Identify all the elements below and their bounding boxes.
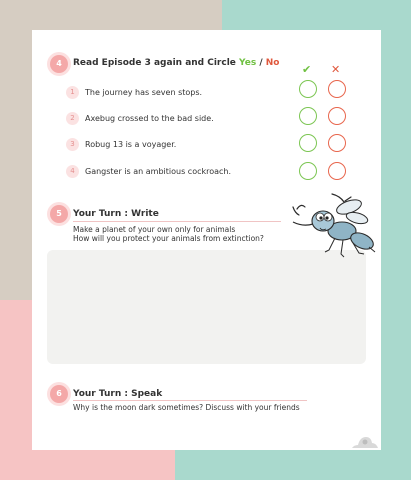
section-6-title: Your Turn : Speak bbox=[73, 389, 163, 399]
yes-circle[interactable] bbox=[299, 134, 317, 152]
publisher-logo-icon bbox=[352, 437, 378, 448]
heading-underline bbox=[73, 400, 307, 401]
statement-text: Gangster is an ambitious cockroach. bbox=[85, 167, 232, 176]
cross-mark-icon: ✕ bbox=[331, 63, 341, 76]
background-bottom-right bbox=[175, 450, 411, 480]
no-circle[interactable] bbox=[328, 107, 346, 125]
yes-circle[interactable] bbox=[299, 80, 317, 98]
statement-text: The journey has seven stops. bbox=[85, 88, 203, 97]
item-number: 3 bbox=[66, 138, 79, 151]
yes-label: Yes bbox=[239, 58, 257, 68]
section-4-title: Read Episode 3 again and Circle Yes / No bbox=[73, 58, 280, 68]
section-5-title: Your Turn : Write bbox=[73, 209, 159, 219]
no-circle[interactable] bbox=[328, 80, 346, 98]
write-prompt-line-2: How will you protect your animals from e… bbox=[73, 234, 264, 243]
speak-prompt-line: Why is the moon dark sometimes? Discuss … bbox=[73, 403, 300, 412]
statement-text: Axebug crossed to the bad side. bbox=[85, 114, 214, 123]
writing-area[interactable] bbox=[47, 250, 366, 364]
yes-circle[interactable] bbox=[299, 162, 317, 180]
item-number: 4 bbox=[66, 165, 79, 178]
item-number: 1 bbox=[66, 86, 79, 99]
item-number: 2 bbox=[66, 112, 79, 125]
yes-circle[interactable] bbox=[299, 107, 317, 125]
no-circle[interactable] bbox=[328, 162, 346, 180]
section-5-badge: 5 bbox=[50, 205, 68, 223]
no-label: No bbox=[265, 58, 280, 68]
statement-text: Robug 13 is a voyager. bbox=[85, 140, 177, 149]
heading-underline bbox=[73, 221, 281, 222]
mosquito-illustration-icon bbox=[292, 193, 376, 258]
check-mark-icon: ✔ bbox=[302, 63, 312, 76]
no-circle[interactable] bbox=[328, 134, 346, 152]
section-4-badge: 4 bbox=[50, 55, 68, 73]
section-6-badge: 6 bbox=[50, 385, 68, 403]
